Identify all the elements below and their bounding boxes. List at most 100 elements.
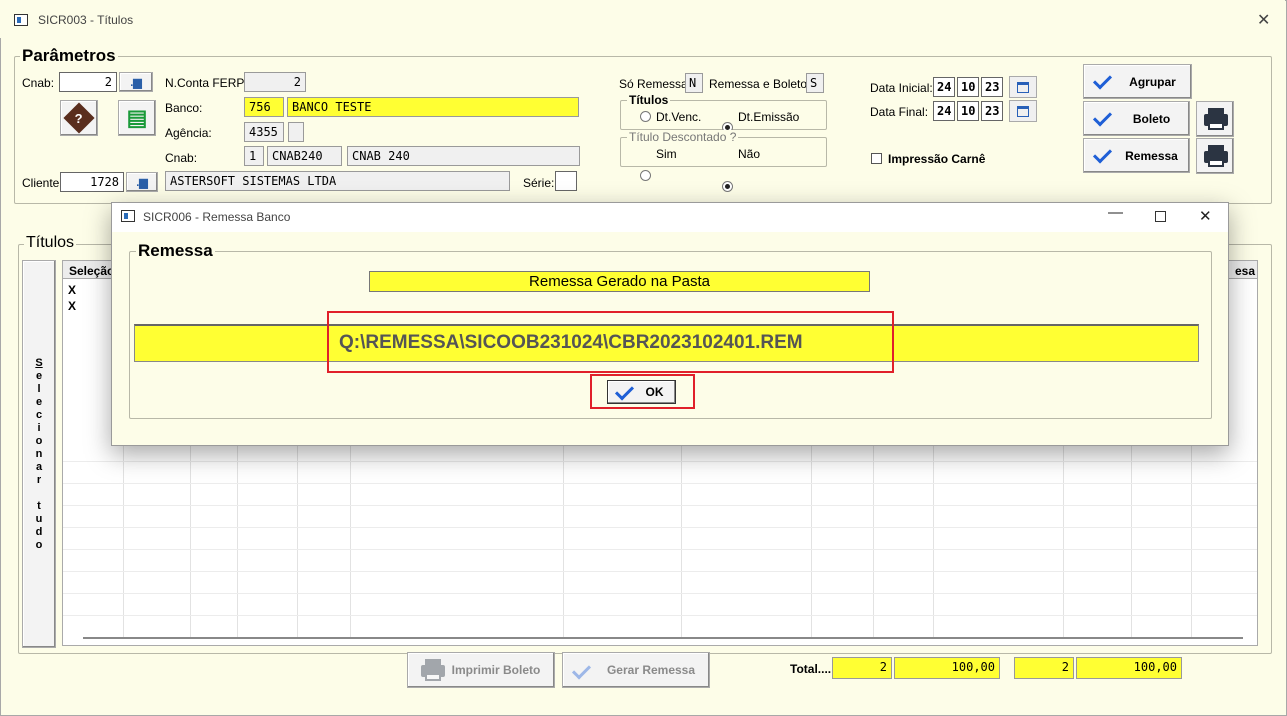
nao-radio[interactable] (722, 181, 733, 192)
cnab-lookup-button[interactable]: .▆ (119, 72, 153, 92)
nao-label: Não (738, 147, 761, 161)
check-icon (1092, 73, 1114, 87)
data-inicial-year[interactable]: 23 (981, 77, 1003, 97)
horizontal-scrollbar[interactable] (83, 637, 1243, 639)
banco-label: Banco: (165, 101, 203, 115)
cnab2-label: Cnab: (165, 151, 198, 165)
folder-search-icon: .▆ (130, 76, 142, 89)
remessa-button[interactable]: Remessa (1083, 138, 1190, 173)
parametros-legend: Parâmetros (20, 46, 118, 66)
agencia-label: Agência: (165, 126, 212, 140)
dt-emissao-label: Dt.Emissão (738, 110, 800, 124)
add-note-button[interactable]: ▤ (118, 100, 156, 136)
sim-radio[interactable] (640, 170, 651, 181)
grid-row-line (63, 571, 1257, 572)
data-final-label: Data Final: (870, 105, 929, 119)
cnab-input[interactable]: 2 (59, 72, 117, 92)
dt-venc-label: Dt.Venc. (656, 110, 702, 124)
titulos-radio-legend: Títulos (627, 93, 671, 107)
selecionar-tudo-letter: l (37, 382, 41, 395)
row-selection-mark[interactable]: X (68, 283, 76, 297)
grid-row-line (63, 549, 1257, 550)
selecionar-tudo-label: Selecionartudo (35, 357, 42, 552)
selecionar-tudo-letter: d (35, 525, 43, 538)
close-icon[interactable]: ✕ (1257, 10, 1270, 30)
maximize-icon[interactable] (1155, 211, 1166, 222)
gerar-remessa-button[interactable]: Gerar Remessa (562, 652, 710, 688)
selecionar-tudo-letter: e (35, 395, 43, 408)
cnab2-desc-field: CNAB 240 (347, 146, 580, 166)
calendar-icon (1017, 81, 1029, 93)
banco-name-field: BANCO TESTE (287, 97, 579, 117)
data-inicial-month[interactable]: 10 (957, 77, 979, 97)
calendar-icon (1017, 105, 1029, 117)
remessa-header: Remessa Gerado na Pasta (369, 271, 870, 292)
remessa-boleto-input[interactable]: S (806, 73, 824, 93)
gerar-remessa-label: Gerar Remessa (606, 663, 696, 677)
selecionar-tudo-button[interactable]: Selecionartudo (22, 260, 56, 648)
impressao-carne-checkbox[interactable] (871, 153, 882, 164)
agencia-dv-field (288, 122, 304, 142)
impressao-carne-label: Impressão Carnê (888, 152, 986, 166)
ok-button[interactable]: OK (607, 380, 676, 404)
cliente-name-field: ASTERSOFT SISTEMAS LTDA (165, 171, 510, 191)
imprimir-boleto-label: Imprimir Boleto (451, 663, 541, 677)
agrupar-button[interactable]: Agrupar (1083, 64, 1192, 99)
data-inicial-day[interactable]: 24 (933, 77, 955, 97)
col-header-selecao[interactable]: Seleção (69, 264, 114, 278)
grid-row-line (63, 593, 1257, 594)
imprimir-boleto-button[interactable]: Imprimir Boleto (407, 652, 555, 688)
ok-label: OK (645, 385, 664, 399)
cliente-lookup-button[interactable]: .▆ (126, 172, 158, 192)
col-header-last[interactable]: esa (1235, 264, 1255, 278)
dialog-close-icon[interactable]: ✕ (1199, 207, 1212, 225)
cnab-label: Cnab: (22, 76, 55, 90)
print-remessa-button[interactable] (1196, 138, 1234, 174)
path-highlight-box (327, 311, 894, 373)
selecionar-tudo-letter: i (37, 421, 41, 434)
dt-venc-radio[interactable] (640, 111, 651, 122)
add-document-icon: ▤ (126, 105, 148, 130)
data-final-day[interactable]: 24 (933, 101, 955, 121)
grid-row-line (63, 615, 1257, 616)
total-label: Total.... (790, 662, 832, 676)
check-icon (614, 384, 636, 398)
total-valor-1: 100,00 (894, 657, 1000, 679)
data-final-month[interactable]: 10 (957, 101, 979, 121)
remessa-boleto-label: Remessa e Boleto: (709, 77, 811, 91)
grid-row-line (63, 505, 1257, 506)
data-inicial-calendar-button[interactable] (1009, 76, 1037, 98)
boleto-label: Boleto (1132, 111, 1171, 126)
help-icon: ? (63, 102, 95, 134)
data-final-calendar-button[interactable] (1009, 100, 1037, 122)
data-inicial-label: Data Inicial: (870, 81, 933, 95)
selecionar-tudo-letter: a (35, 460, 43, 473)
so-remessa-label: Só Remessa: (619, 77, 692, 91)
data-final-year[interactable]: 23 (981, 101, 1003, 121)
boleto-button[interactable]: Boleto (1083, 101, 1190, 136)
selecionar-tudo-letter: S (35, 356, 43, 369)
dialog-app-icon (121, 210, 135, 222)
sim-label: Sim (656, 147, 677, 161)
row-selection-mark[interactable]: X (68, 299, 76, 313)
nconta-label: N.Conta FERP: (165, 76, 248, 90)
minimize-icon[interactable]: — (1108, 204, 1123, 221)
dialog-title: SICR006 - Remessa Banco (143, 210, 291, 224)
check-icon (1092, 110, 1114, 124)
print-boleto-button[interactable] (1196, 101, 1234, 137)
help-button[interactable]: ? (60, 100, 98, 136)
selecionar-tudo-letter: o (35, 538, 43, 551)
descontado-legend: Título Descontado ? (627, 130, 739, 144)
grid-row-line (63, 461, 1257, 462)
window-title: SICR003 - Títulos (38, 13, 134, 27)
serie-input[interactable] (555, 171, 577, 191)
cliente-input[interactable]: 1728 (60, 172, 124, 192)
total-qtd-2: 2 (1014, 657, 1074, 679)
remessa-label: Remessa (1125, 148, 1178, 163)
app-icon (14, 14, 28, 26)
banco-code-input[interactable]: 756 (244, 97, 284, 117)
cnab2-code-field: 1 (244, 146, 264, 166)
title-bar (0, 0, 1285, 38)
so-remessa-input[interactable]: N (685, 73, 703, 93)
selecionar-tudo-letter: r (36, 473, 42, 486)
